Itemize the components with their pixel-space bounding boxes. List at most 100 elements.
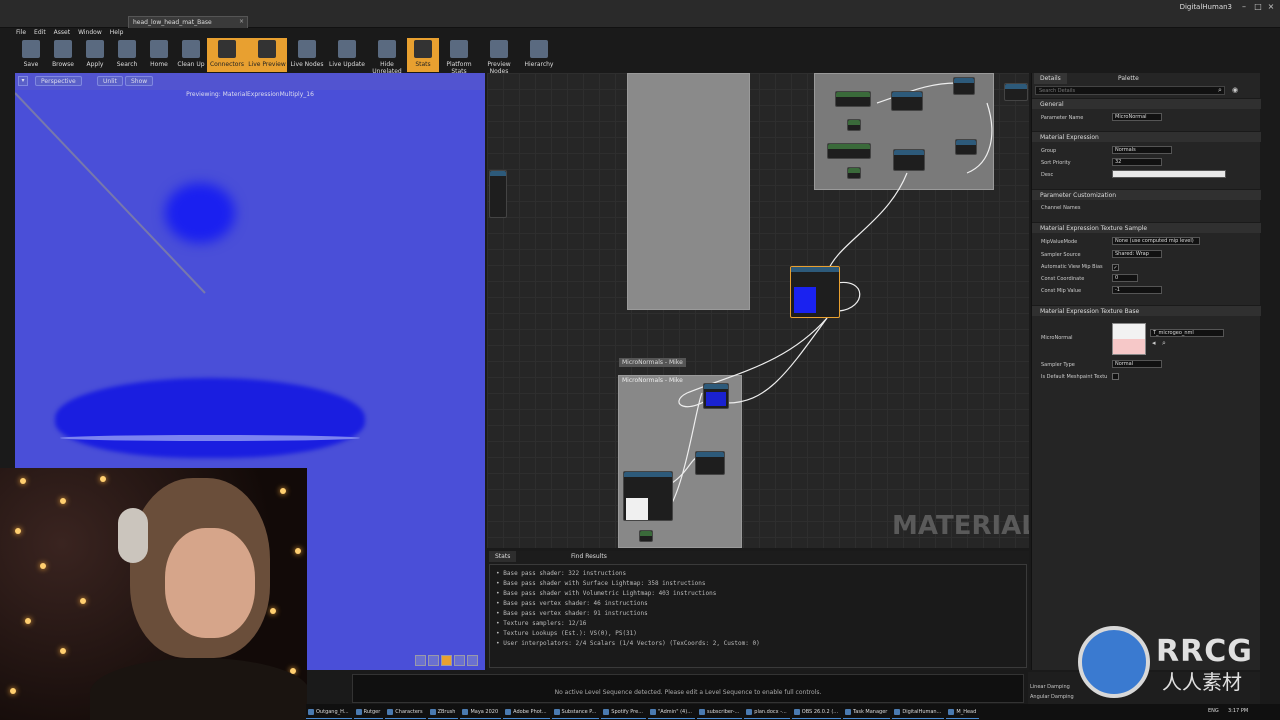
auto-mip-checkbox[interactable]: ✓ (1112, 264, 1119, 271)
browse-icon[interactable]: ⌕ (1162, 339, 1166, 348)
tab-palette[interactable]: Palette (1112, 73, 1145, 84)
taskbar-item[interactable]: Rutger (353, 705, 384, 719)
graph-node[interactable] (835, 91, 871, 107)
stats-line-text: Base pass vertex shader: 46 instructions (503, 600, 648, 607)
graph-watermark: MATERIAL (892, 511, 1029, 541)
viewport-shape-icon[interactable] (467, 655, 478, 666)
taskbar-item[interactable]: plan.docx -... (744, 705, 790, 719)
toolbar-button-label: Connectors (209, 61, 245, 68)
taskbar-item[interactable]: Task Manager (843, 705, 891, 719)
viewport-shape-icon[interactable] (415, 655, 426, 666)
details-search-input[interactable]: Search Details (1035, 86, 1225, 95)
multiply-node[interactable] (703, 383, 729, 409)
section-parameter-customization[interactable]: Parameter Customization (1032, 189, 1261, 200)
bokeh-light (15, 528, 21, 534)
menu-help[interactable]: Help (110, 29, 124, 38)
toolbar-clean-up-button[interactable]: Clean Up (175, 38, 207, 72)
parameter-name-input[interactable]: MicroNormal (1112, 113, 1162, 121)
taskbar-item[interactable]: Maya 2020 (460, 705, 502, 719)
toolbar-hierarchy-button[interactable]: Hierarchy (519, 38, 559, 72)
close-icon[interactable]: × (239, 18, 244, 25)
minimize-icon[interactable]: – (1238, 2, 1250, 12)
section-texture-sample[interactable]: Material Expression Texture Sample (1032, 222, 1261, 233)
taskbar-item[interactable]: Characters (385, 705, 426, 719)
toolbar-hide-unrelated-button[interactable]: Hide Unrelated (367, 38, 407, 75)
taskbar-item[interactable]: M_Head (946, 705, 980, 719)
graph-node[interactable] (1004, 83, 1028, 101)
graph-node[interactable] (489, 170, 507, 218)
brand-logo-text: RRCG (1156, 634, 1253, 669)
graph-node[interactable] (893, 149, 925, 171)
search-icon[interactable]: ⌕ (1218, 86, 1226, 95)
graph-node[interactable] (695, 451, 725, 475)
graph-node[interactable] (847, 167, 861, 179)
material-graph[interactable]: MicroNormals - Mike MicroNormals - Mike … (487, 73, 1029, 548)
texture-sample-node[interactable] (623, 471, 673, 521)
taskbar-item[interactable]: subscriber-... (696, 705, 743, 719)
menu-window[interactable]: Window (78, 29, 102, 38)
selected-texture-node[interactable] (790, 266, 840, 318)
toolbar-stats-button[interactable]: Stats (407, 38, 439, 72)
texture-thumbnail[interactable] (1112, 323, 1146, 355)
taskbar-item[interactable]: OBS 26.0.2 (... (791, 705, 842, 719)
viewport-shape-icon[interactable] (428, 655, 439, 666)
use-selected-icon[interactable]: ◂ (1152, 339, 1156, 347)
taskbar-item[interactable]: Adobe Phot... (503, 705, 550, 719)
section-material-expression[interactable]: Material Expression (1032, 131, 1261, 142)
meshpaint-checkbox[interactable] (1112, 373, 1119, 380)
hide-unrelated-icon (378, 40, 396, 58)
taskbar-item[interactable]: Substance P... (551, 705, 600, 719)
graph-node[interactable] (827, 143, 871, 159)
taskbar-item[interactable]: DigitalHuman... (892, 705, 945, 719)
texture-asset-combo[interactable]: T_microgeo_nml (1150, 329, 1224, 337)
close-window-icon[interactable]: × (1265, 2, 1277, 12)
sampler-source-combo[interactable]: Shared: Wrap (1112, 250, 1162, 258)
taskbar-item[interactable]: Outgang_H... (306, 705, 352, 719)
sort-priority-input[interactable]: 32 (1112, 158, 1162, 166)
menu-file[interactable]: File (16, 29, 26, 38)
toolbar-search-button[interactable]: Search (111, 38, 143, 72)
mip-value-mode-combo[interactable]: None (use computed mip level) (1112, 237, 1200, 245)
tab-stats[interactable]: Stats (489, 551, 517, 562)
toolbar-save-button[interactable]: Save (15, 38, 47, 72)
view-options-icon[interactable]: ◉ (1232, 86, 1240, 95)
const-coordinate-input[interactable]: 0 (1112, 274, 1138, 282)
viewport-shape-icon[interactable] (441, 655, 452, 666)
graph-node[interactable] (639, 530, 653, 542)
graph-node[interactable] (953, 77, 975, 95)
section-general[interactable]: General (1032, 98, 1261, 109)
graph-node[interactable] (955, 139, 977, 155)
graph-node[interactable] (891, 91, 923, 111)
toolbar-platform-stats-button[interactable]: Platform Stats (439, 38, 479, 75)
tray-language[interactable]: ENG (1208, 708, 1219, 714)
menu-asset[interactable]: Asset (54, 29, 70, 38)
toolbar-home-button[interactable]: Home (143, 38, 175, 72)
graph-node[interactable] (847, 119, 861, 131)
taskbar-item[interactable]: "Admin" (4)... (647, 705, 695, 719)
toolbar-connectors-button[interactable]: Connectors (207, 38, 247, 72)
asset-tab[interactable]: head_low_head_mat_Base × (128, 16, 248, 28)
group-combo[interactable]: Normals (1112, 146, 1172, 154)
tab-details[interactable]: Details (1034, 73, 1067, 84)
toolbar-live-preview-button[interactable]: Live Preview (247, 38, 287, 72)
toolbar-live-nodes-button[interactable]: Live Nodes (287, 38, 327, 72)
prop-label: Group (1041, 148, 1057, 154)
taskbar-item[interactable]: ZBrush (427, 705, 459, 719)
sampler-type-combo[interactable]: Normal (1112, 360, 1162, 368)
section-texture-base[interactable]: Material Expression Texture Base (1032, 305, 1261, 316)
toolbar-button-label: Apply (86, 61, 104, 68)
toolbar-live-update-button[interactable]: Live Update (327, 38, 367, 72)
toolbar-browse-button[interactable]: Browse (47, 38, 79, 72)
toolbar-preview-nodes-button[interactable]: Preview Nodes (479, 38, 519, 75)
desc-input[interactable] (1112, 170, 1226, 178)
menu-edit[interactable]: Edit (34, 29, 46, 38)
const-mip-input[interactable]: -1 (1112, 286, 1162, 294)
tray-clock[interactable]: 3:17 PM (1228, 708, 1248, 714)
taskbar-item[interactable]: Spotify Pre... (601, 705, 646, 719)
toolbar-apply-button[interactable]: Apply (79, 38, 111, 72)
tab-find-results[interactable]: Find Results (565, 551, 613, 562)
maximize-icon[interactable]: □ (1252, 2, 1264, 12)
viewport-shape-icon[interactable] (454, 655, 465, 666)
stats-line-text: Texture samplers: 12/16 (503, 620, 587, 627)
channel-names-row[interactable]: Channel Names (1041, 205, 1080, 211)
